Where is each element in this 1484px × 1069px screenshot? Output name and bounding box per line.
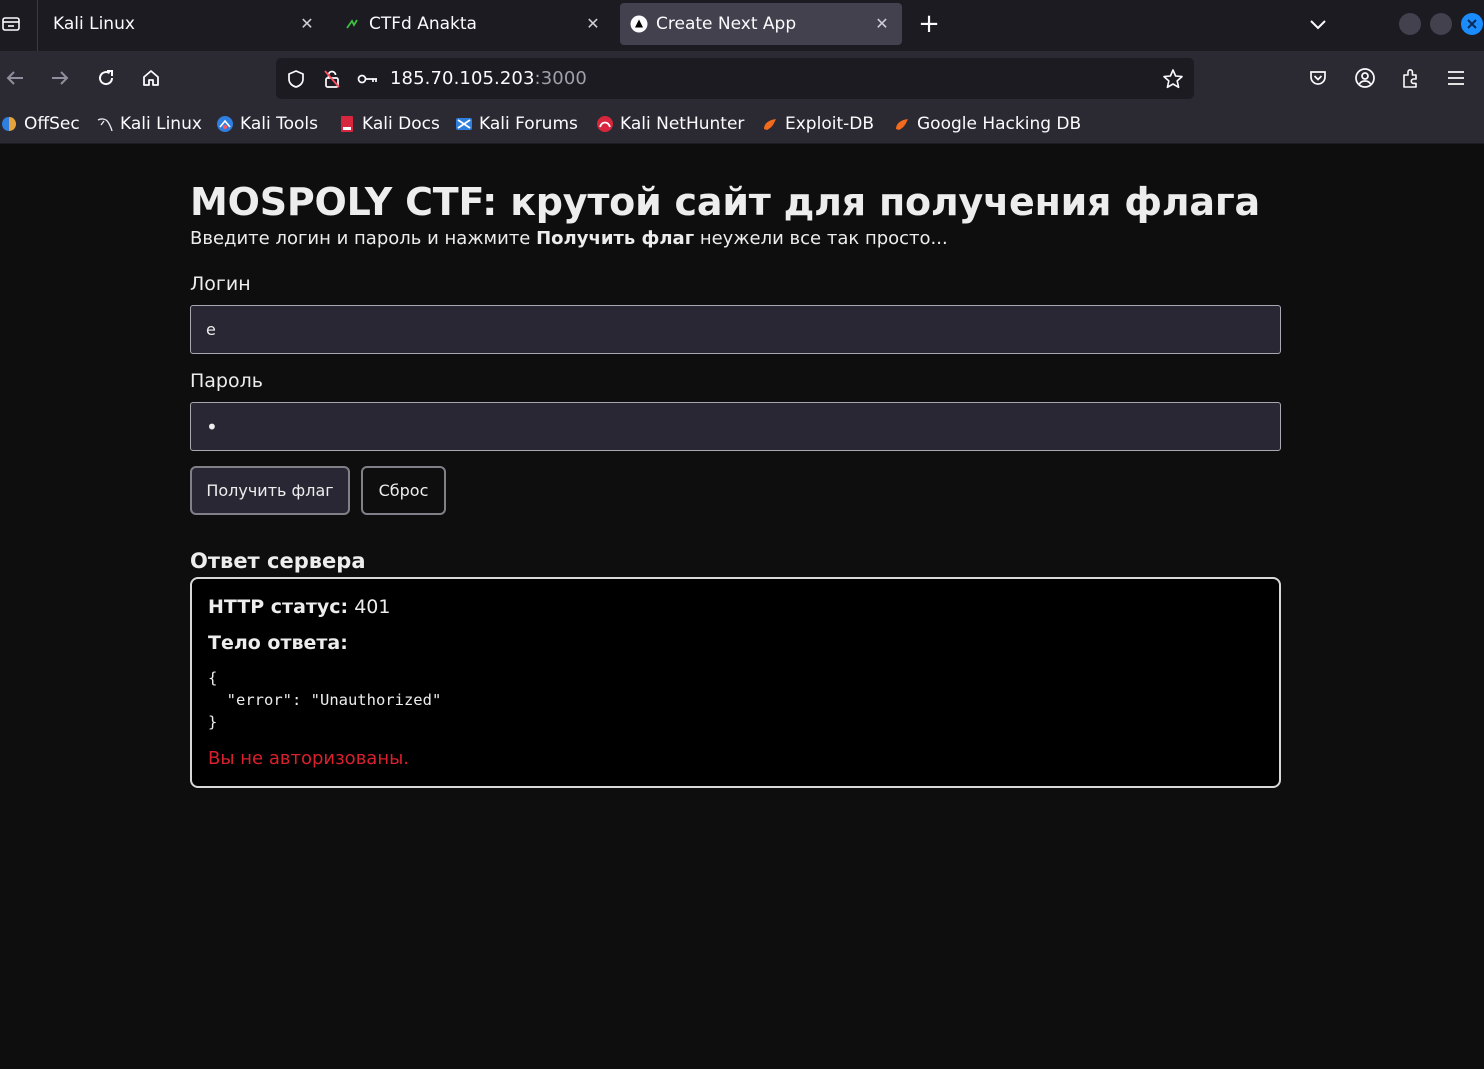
reset-button[interactable]: Сброс: [361, 466, 446, 515]
bookmark-kali-forums[interactable]: Kali Forums: [455, 113, 578, 135]
bookmark-kali-tools[interactable]: Kali Tools: [216, 113, 318, 135]
kali-nethunter-icon: [596, 115, 614, 133]
bookmark-label: Kali NetHunter: [620, 114, 745, 134]
server-response-panel: HTTP статус: 401 Тело ответа: { "error":…: [190, 577, 1281, 788]
response-body-label: Тело ответа:: [208, 632, 348, 654]
ctfd-favicon-icon: [343, 15, 361, 33]
bookmark-exploit-db[interactable]: Exploit-DB: [761, 113, 874, 135]
exploit-db-icon: [761, 115, 779, 133]
kali-docs-icon: [338, 115, 356, 133]
back-arrow-icon[interactable]: [0, 63, 30, 93]
tab-ctfd-anakta[interactable]: CTFd Anakta ✕: [333, 3, 613, 45]
bookmarks-toolbar: OffSec Kali Linux Kali Tools Kali Docs K…: [0, 106, 1484, 144]
forward-arrow-icon[interactable]: [45, 63, 75, 93]
navigation-toolbar: 185.70.105.203:3000: [0, 51, 1484, 106]
reload-icon[interactable]: [91, 63, 121, 93]
list-all-tabs-chevron-icon[interactable]: [1305, 12, 1331, 36]
bookmark-label: Kali Tools: [240, 114, 318, 134]
subtitle-bold-text: Получить флаг: [536, 228, 695, 249]
maximize-window-icon[interactable]: [1430, 13, 1452, 35]
hamburger-menu-icon[interactable]: [1441, 63, 1471, 93]
tab-separator: [37, 0, 38, 51]
error-message: Вы не авторизованы.: [208, 748, 410, 769]
pocket-icon[interactable]: [1303, 63, 1333, 93]
bookmark-label: Kali Forums: [479, 114, 578, 134]
bookmark-label: OffSec: [24, 114, 80, 134]
server-response-heading: Ответ сервера: [190, 549, 366, 573]
bookmark-kali-linux[interactable]: Kali Linux: [96, 113, 202, 135]
tab-bar: Kali Linux ✕ CTFd Anakta ✕ Create Next A…: [0, 0, 1484, 51]
bookmark-kali-nethunter[interactable]: Kali NetHunter: [596, 113, 744, 135]
login-input[interactable]: e: [190, 305, 1281, 354]
address-bar[interactable]: 185.70.105.203:3000: [276, 58, 1194, 99]
password-input[interactable]: •: [190, 402, 1281, 451]
tab-kali-linux[interactable]: Kali Linux ✕: [42, 3, 327, 45]
subtitle-text-end: неужели все так просто...: [694, 228, 948, 249]
url-host: 185.70.105.203: [390, 68, 535, 89]
password-label: Пароль: [190, 370, 263, 392]
subtitle-text-start: Введите логин и пароль и нажмите: [190, 228, 537, 249]
account-icon[interactable]: [1350, 63, 1380, 93]
kali-tools-icon: [216, 115, 234, 133]
page-viewport: MOSPOLY CTF: крутой сайт для получения ф…: [0, 144, 1484, 1069]
close-window-icon[interactable]: [1461, 13, 1483, 35]
minimize-window-icon[interactable]: [1399, 13, 1421, 35]
http-status-label: HTTP статус:: [208, 596, 349, 618]
insecure-lock-icon[interactable]: [321, 68, 343, 90]
bookmark-star-icon[interactable]: [1162, 68, 1184, 90]
google-hacking-db-icon: [893, 115, 911, 133]
bookmark-offsec[interactable]: OffSec: [0, 113, 80, 135]
url-text[interactable]: 185.70.105.203:3000: [390, 68, 587, 89]
page-subtitle: Введите логин и пароль и нажмите Получит…: [190, 228, 948, 249]
extensions-puzzle-icon[interactable]: [1396, 63, 1426, 93]
tracking-protection-shield-icon[interactable]: [285, 68, 307, 90]
tab-title: Kali Linux: [53, 14, 135, 34]
nextjs-favicon-icon: [630, 15, 648, 33]
page-title: MOSPOLY CTF: крутой сайт для получения ф…: [190, 180, 1260, 224]
tab-create-next-app[interactable]: Create Next App ✕: [620, 3, 902, 45]
new-tab-plus-icon[interactable]: +: [915, 9, 943, 39]
bookmark-google-hacking-db[interactable]: Google Hacking DB: [893, 113, 1081, 135]
home-icon[interactable]: [136, 63, 166, 93]
offsec-icon: [0, 115, 18, 133]
bookmark-label: Google Hacking DB: [917, 114, 1082, 134]
bookmark-label: Kali Linux: [120, 114, 202, 134]
firefox-view-icon[interactable]: [0, 12, 22, 36]
bookmark-label: Kali Docs: [362, 114, 440, 134]
tab-title: Create Next App: [656, 14, 797, 34]
response-body-json: { "error": "Unauthorized" }: [208, 669, 442, 731]
tab-close-icon[interactable]: ✕: [583, 13, 603, 33]
bookmark-label: Exploit-DB: [785, 114, 874, 134]
bookmark-kali-docs[interactable]: Kali Docs: [338, 113, 440, 135]
kali-forums-icon: [455, 115, 473, 133]
tab-close-icon[interactable]: ✕: [872, 13, 892, 33]
http-status-value: 401: [348, 596, 391, 618]
tab-title: CTFd Anakta: [369, 14, 477, 34]
http-status: HTTP статус: 401: [208, 596, 390, 618]
kali-dragon-icon: [96, 115, 114, 133]
tab-close-icon[interactable]: ✕: [297, 13, 317, 33]
url-port: :3000: [534, 68, 587, 89]
login-label: Логин: [190, 273, 251, 295]
get-flag-button[interactable]: Получить флаг: [190, 466, 350, 515]
key-permissions-icon[interactable]: [357, 68, 379, 90]
